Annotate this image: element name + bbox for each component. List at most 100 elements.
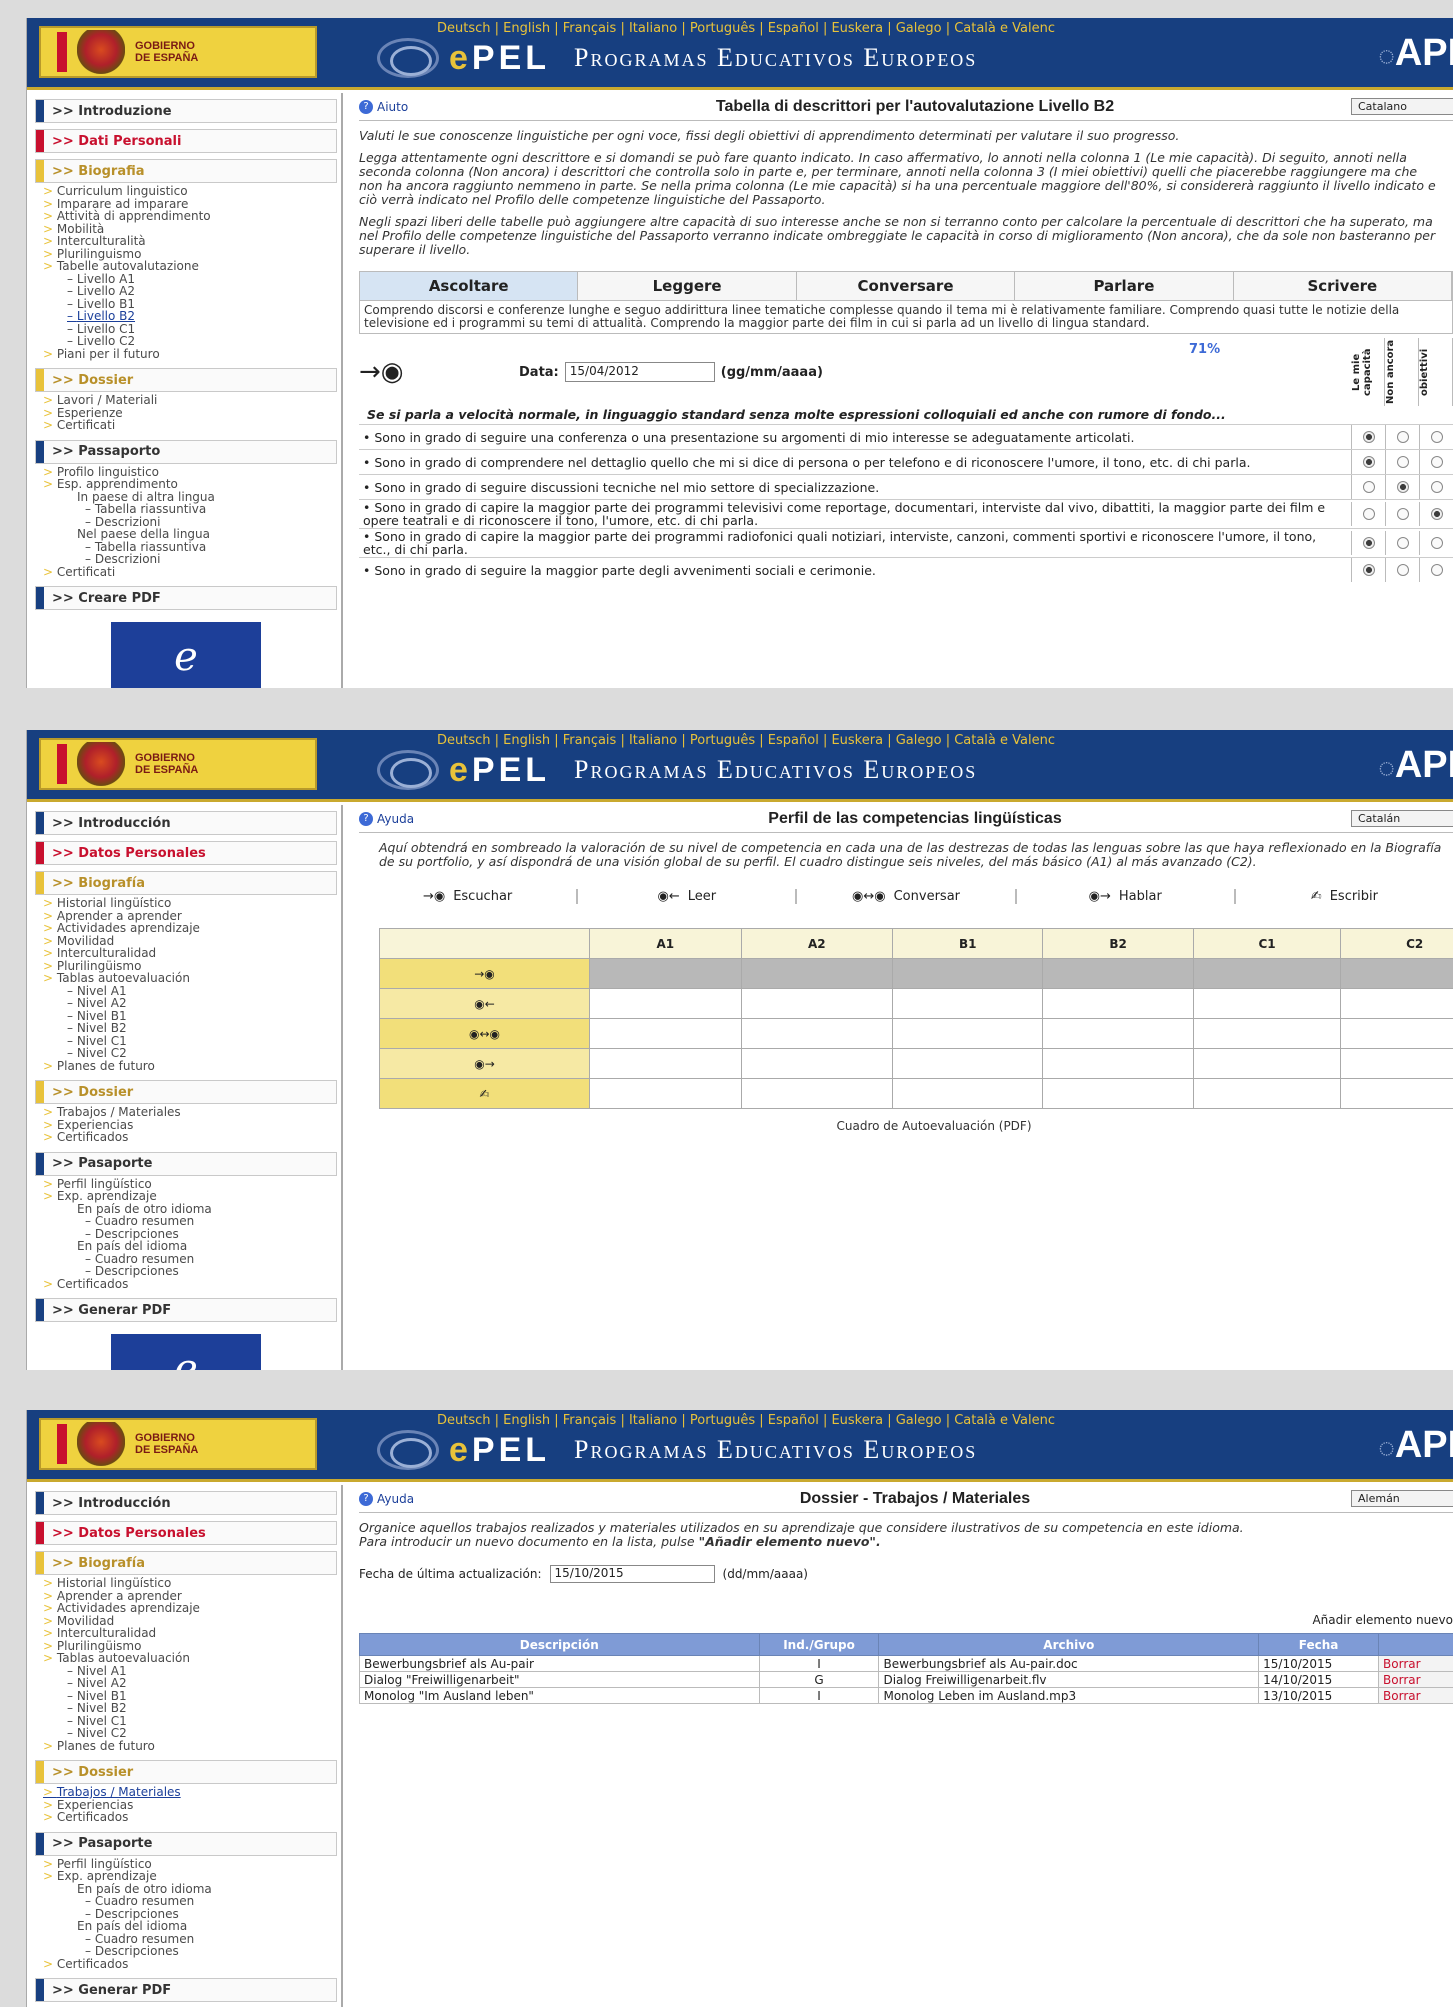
nav-datos-personales[interactable]: >> Datos Personales [35,841,337,865]
nav-introduccion[interactable]: >> Introducción [35,811,337,835]
nav-dati-personali[interactable]: >> Dati Personali [35,129,337,153]
nav-level[interactable]: Livello A2 [43,285,341,298]
nav-level[interactable]: Nivel B2 [43,1702,341,1715]
file-link[interactable]: Monolog Leben im Ausland.mp3 [878,1687,1260,1704]
nav-sub[interactable]: En país del idioma [43,1240,341,1253]
nav-item[interactable]: Historial lingüístico [43,1577,341,1590]
file-link[interactable]: Bewerbungsbrief als Au-pair.doc [878,1655,1260,1672]
nav-item[interactable]: Historial lingüístico [43,897,341,910]
delete-button[interactable]: Borrar [1378,1655,1453,1672]
nav-item[interactable]: Exp. aprendizaje [43,1870,341,1883]
nav-item[interactable]: Certificados [43,1957,341,1971]
tab-scrivere[interactable]: Scrivere [1233,272,1453,300]
nav-sub[interactable]: Cuadro resumen [43,1895,341,1908]
nav-datos-personales[interactable]: >> Datos Personales [35,1521,337,1545]
nav-sub[interactable]: Descripciones [43,1265,341,1278]
radio-button[interactable] [1396,431,1409,443]
date-input[interactable]: 15/04/2012 [564,362,715,382]
nav-sub[interactable]: Cuadro resumen [43,1215,341,1228]
nav-level-active[interactable]: Livello B2 [43,310,341,323]
help-link[interactable]: Ayuda [359,1492,479,1506]
nav-item[interactable]: Tablas autoevaluación [43,1652,341,1665]
radio-button[interactable] [1430,481,1443,493]
nav-item[interactable]: Esp. apprendimento [43,478,341,491]
language-links[interactable]: Deutsch | English | Français | Italiano … [437,733,1055,748]
ape-logo[interactable]: ◌APE [1378,32,1453,75]
radio-button[interactable] [1396,564,1409,576]
nav-item[interactable]: Certificati [43,419,341,432]
nav-level[interactable]: Nivel A2 [43,997,341,1010]
nav-item[interactable]: Lavori / Materiali [43,394,341,407]
radio-button[interactable] [1430,456,1443,468]
nav-biografia[interactable]: >> Biografia [35,159,337,183]
nav-item[interactable]: Actividades aprendizaje [43,1602,341,1615]
radio-button[interactable] [1362,431,1375,443]
nav-introduccion[interactable]: >> Introducción [35,1491,337,1515]
nav-biografia[interactable]: >> Biografía [35,1551,337,1575]
gobierno-logo[interactable]: GOBIERNO DE ESPAÑA [39,1418,317,1470]
epel-logo[interactable]: ePEL Programas Educativos Europeos [377,750,977,790]
language-select[interactable]: Alemán [1351,1490,1453,1507]
nav-creare-pdf[interactable]: >> Creare PDF [35,586,337,610]
nav-sub[interactable]: Descrizioni [43,553,341,566]
nav-item[interactable]: Certificados [43,1277,341,1291]
nav-level[interactable]: Nivel C2 [43,1727,341,1740]
radio-button[interactable] [1430,508,1443,520]
nav-item[interactable]: Curriculum linguistico [43,185,341,198]
nav-level[interactable]: Nivel B2 [43,1022,341,1035]
nav-pasaporte[interactable]: >> Pasaporte [35,1831,337,1856]
radio-button[interactable] [1362,537,1375,549]
nav-item[interactable]: Planes de futuro [43,1739,341,1753]
nav-item[interactable]: Tablas autoevaluación [43,972,341,985]
radio-button[interactable] [1362,508,1375,520]
council-of-europe-logo[interactable]: ℯ [111,1334,261,1370]
radio-button[interactable] [1396,456,1409,468]
nav-generar-pdf[interactable]: >> Generar PDF [35,1978,337,2002]
help-link[interactable]: Aiuto [359,100,479,114]
nav-sub[interactable]: Descripciones [43,1945,341,1958]
radio-button[interactable] [1362,564,1375,576]
language-links[interactable]: Deutsch | English | Français | Italiano … [437,1413,1055,1428]
nav-dossier[interactable]: >> Dossier [35,1760,337,1784]
epel-logo[interactable]: ePEL Programas Educativos Europeos [377,38,977,78]
add-new-item-link[interactable]: Añadir elemento nuevo [359,1613,1453,1627]
nav-sub[interactable]: Tabella riassuntiva [43,503,341,516]
nav-level[interactable]: Nivel A2 [43,1677,341,1690]
council-of-europe-logo[interactable]: ℯ [111,622,261,688]
nav-level[interactable]: Livello C2 [43,335,341,348]
nav-item[interactable]: Certificati [43,565,341,579]
nav-passaporto[interactable]: >> Passaporto [35,439,337,464]
help-link[interactable]: Ayuda [359,812,479,826]
gobierno-logo[interactable]: GOBIERNO DE ESPAÑA [39,26,317,78]
delete-button[interactable]: Borrar [1378,1687,1453,1704]
radio-button[interactable] [1362,456,1375,468]
nav-item[interactable]: Trabajos / Materiales [43,1106,341,1119]
ape-logo[interactable]: ◌APE [1378,744,1453,787]
nav-item[interactable]: Exp. aprendizaje [43,1190,341,1203]
radio-button[interactable] [1396,481,1409,493]
nav-generar-pdf[interactable]: >> Generar PDF [35,1298,337,1322]
nav-pasaporte[interactable]: >> Pasaporte [35,1151,337,1176]
tab-ascoltare[interactable]: Ascoltare [360,272,579,300]
gobierno-logo[interactable]: GOBIERNO DE ESPAÑA [39,738,317,790]
nav-item[interactable]: Certificados [43,1131,341,1144]
nav-item[interactable]: Interculturalità [43,235,341,248]
tab-conversare[interactable]: Conversare [796,272,1016,300]
radio-button[interactable] [1362,481,1375,493]
update-date-input[interactable]: 15/10/2015 [549,1565,715,1583]
file-link[interactable]: Dialog Freiwilligenarbeit.flv [878,1671,1260,1688]
nav-sub[interactable]: Nel paese della lingua [43,528,341,541]
ape-logo[interactable]: ◌APE [1378,1424,1453,1467]
nav-introduzione[interactable]: >> Introduzione [35,99,337,123]
nav-item-active[interactable]: Trabajos / Materiales [43,1786,341,1799]
radio-button[interactable] [1430,537,1443,549]
language-links[interactable]: Deutsch | English | Français | Italiano … [437,21,1055,36]
nav-biografia[interactable]: >> Biografía [35,871,337,895]
nav-item[interactable]: Actividades aprendizaje [43,922,341,935]
nav-dossier[interactable]: >> Dossier [35,368,337,392]
tab-parlare[interactable]: Parlare [1015,272,1234,300]
nav-item[interactable]: Tabelle autovalutazione [43,260,341,273]
language-select[interactable]: Catalán [1351,810,1453,827]
delete-button[interactable]: Borrar [1378,1671,1453,1688]
nav-sub[interactable]: En país del idioma [43,1920,341,1933]
